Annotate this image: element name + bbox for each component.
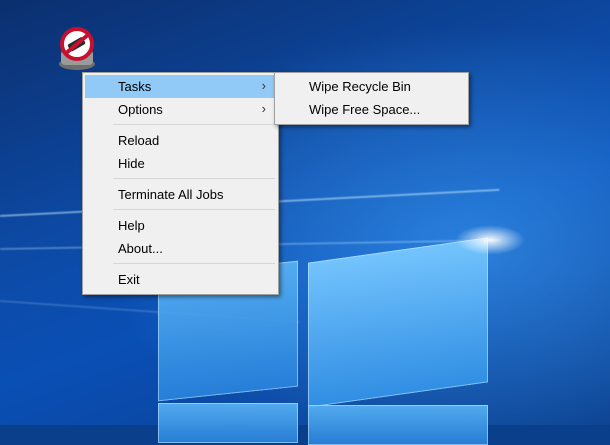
menu-item-wipe-recycle-bin[interactable]: Wipe Recycle Bin	[277, 75, 466, 98]
wallpaper-pane-top-right	[308, 237, 488, 408]
tray-context-menu: Tasks › Options › Reload Hide Terminate …	[82, 72, 279, 295]
menu-item-options[interactable]: Options ›	[85, 98, 276, 121]
menu-separator	[113, 178, 275, 179]
menu-item-help[interactable]: Help	[85, 214, 276, 237]
menu-separator	[113, 124, 275, 125]
menu-item-reload[interactable]: Reload	[85, 129, 276, 152]
tasks-submenu: Wipe Recycle Bin Wipe Free Space...	[274, 72, 469, 125]
menu-item-label: Help	[118, 218, 145, 233]
menu-item-tasks[interactable]: Tasks ›	[85, 75, 276, 98]
menu-item-wipe-free-space[interactable]: Wipe Free Space...	[277, 98, 466, 121]
menu-item-label: Tasks	[118, 79, 152, 94]
menu-separator	[113, 209, 275, 210]
chevron-right-icon: ›	[261, 78, 266, 93]
menu-item-label: Exit	[118, 272, 140, 287]
menu-item-exit[interactable]: Exit	[85, 268, 276, 291]
menu-item-label: Terminate All Jobs	[118, 187, 224, 202]
menu-item-hide[interactable]: Hide	[85, 152, 276, 175]
menu-item-terminate-all-jobs[interactable]: Terminate All Jobs	[85, 183, 276, 206]
menu-item-about[interactable]: About...	[85, 237, 276, 260]
eraser-icon[interactable]	[55, 26, 103, 72]
wallpaper-glow	[455, 225, 525, 255]
menu-item-label: About...	[118, 241, 163, 256]
menu-separator	[113, 263, 275, 264]
menu-item-label: Wipe Free Space...	[309, 102, 421, 117]
menu-item-label: Wipe Recycle Bin	[309, 79, 411, 94]
menu-item-label: Options	[118, 102, 163, 117]
menu-item-label: Reload	[118, 133, 160, 148]
wallpaper-pane-bottom-right	[308, 405, 488, 445]
wallpaper-pane-bottom-left	[158, 403, 298, 443]
menu-item-label: Hide	[118, 156, 145, 171]
chevron-right-icon: ›	[261, 101, 266, 116]
